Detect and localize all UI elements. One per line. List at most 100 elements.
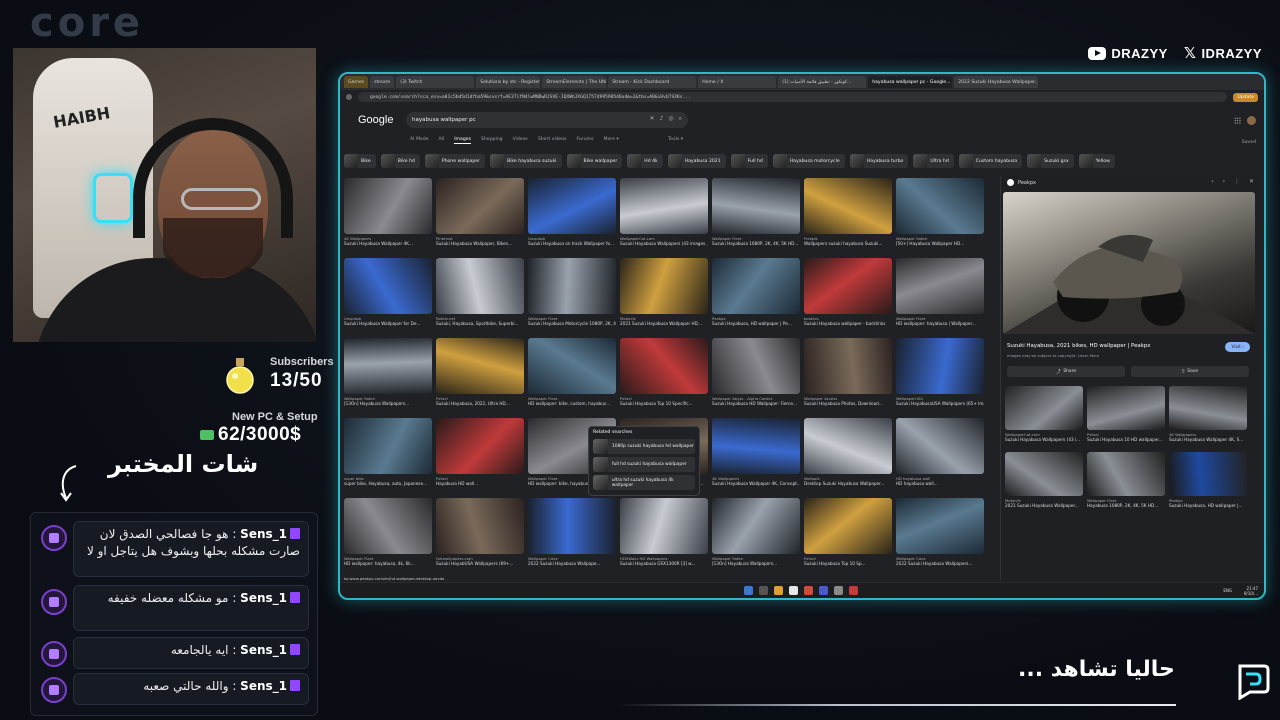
search-input[interactable]: hayabusa wallpaper pc ✕ ♪ ◎ ⌕	[406, 112, 688, 128]
image-thumbnail[interactable]	[712, 498, 800, 554]
image-title[interactable]: Hayabusa HD wall...	[436, 481, 524, 486]
filter-chip[interactable]: Suzuki gsx	[1027, 154, 1074, 168]
filter-chip[interactable]: Bike	[344, 154, 376, 168]
image-title[interactable]: Suzuki Hayabusa Motorcycle 1080P, 2K, 4K…	[528, 321, 616, 326]
related-image[interactable]: WallpaperCat.com Suzuki Hayabusa Wallpape…	[1005, 386, 1083, 442]
image-title[interactable]: HD wallpaper: hayabusa | Wallpaper...	[896, 321, 984, 326]
image-result[interactable]: Unsplash Suzuki Hayabusa Wallpaper for De…	[344, 258, 432, 326]
image-result[interactable]: Freepik Wallpapers suzuki hayabusa Suzuki…	[804, 178, 892, 246]
image-result[interactable]: Pxfuel Suzuki Hayabusa Top 10 Sp...	[804, 498, 892, 566]
social-x[interactable]: 𝕏 IDRAZYY	[1184, 44, 1262, 62]
image-title[interactable]: Suzuki Hayabusa Wallpaper, Bikes...	[436, 241, 524, 246]
image-thumbnail[interactable]	[804, 418, 892, 474]
image-thumbnail[interactable]	[528, 338, 616, 394]
image-thumbnail[interactable]	[620, 178, 708, 234]
image-title[interactable]: Suzuki, Hayabusa, Sportbike, Superbi...	[436, 321, 524, 326]
tools-button[interactable]: Tools ▾	[668, 137, 683, 142]
tab[interactable]: (3) Twitch	[396, 76, 475, 88]
tab[interactable]: StreamElements | The Ultimate Strea...	[542, 76, 607, 88]
close-icon[interactable]: ✕	[1249, 178, 1254, 185]
filter-chip[interactable]: Bike hd	[380, 154, 420, 168]
image-title[interactable]: Suzuki Hayabusa Photos, Download...	[804, 401, 892, 406]
image-title[interactable]: [50+] Hayabusa Wallpaper HD...	[896, 241, 984, 246]
image-title[interactable]: Suzuki Hayabusa Wallpaper 4K, Concept...	[712, 481, 800, 486]
tab-images[interactable]: Images	[454, 137, 471, 144]
image-title[interactable]: Suzuki Hayabusa Top 10 Sp...	[804, 561, 892, 566]
image-thumbnail[interactable]	[436, 178, 524, 234]
image-title[interactable]: Suzuki HayabUSA Wallpapers (69+...	[436, 561, 524, 566]
image-result[interactable]: Motorrik 2021 Suzuki Hayabusa Wallpaper H…	[620, 258, 708, 326]
related-image[interactable]: Wallpaper Flare Hayabusa 1080P, 2K, 4K, 5…	[1087, 452, 1165, 508]
image-result[interactable]: Wallpaper Safari [13On] Hayabusa Wallpape…	[712, 498, 800, 566]
image-thumbnail[interactable]	[436, 338, 524, 394]
obs-icon[interactable]	[849, 586, 858, 595]
image-result[interactable]: WallpaperCat.com Suzuki Hayabusa Wallpape…	[620, 178, 708, 246]
image-title[interactable]: Suzuki Hayabusa 10 HD wallpaper...	[1087, 437, 1165, 442]
image-result[interactable]: WallpaperUSA Suzuki HayabusaUSA Wallpaper…	[896, 338, 984, 406]
image-title[interactable]: Suzuki Hayabusa 1080P, 2K, 4K, 5K HD...	[712, 241, 800, 246]
discord-icon[interactable]	[819, 586, 828, 595]
image-title[interactable]: Suzuki Hayabusa, HD wallpaper |...	[1169, 503, 1247, 508]
tab[interactable]: stream	[370, 76, 395, 88]
reload-icon[interactable]	[346, 94, 352, 100]
image-title[interactable]: 2021 Suzuki Hayabusa Wallpaper...	[1005, 503, 1083, 508]
avatar[interactable]	[1247, 116, 1256, 125]
tab-all[interactable]: All	[438, 137, 444, 144]
image-title[interactable]: Suzuki Hayabusa on track Wallpaper fo...	[528, 241, 616, 246]
image-thumbnail[interactable]	[1087, 452, 1165, 496]
image-thumbnail[interactable]	[344, 498, 432, 554]
image-title[interactable]: Suzuki Hayabusa Wallpaper for De...	[344, 321, 432, 326]
image-thumbnail[interactable]	[1169, 386, 1247, 430]
chat-username[interactable]: 1_Sens	[240, 527, 287, 541]
tab-ai-mode[interactable]: AI Mode	[410, 137, 428, 144]
more-icon[interactable]: ⋮	[1234, 178, 1240, 185]
image-thumbnail[interactable]	[1087, 386, 1165, 430]
apps-grid-icon[interactable]	[1234, 117, 1241, 124]
image-thumbnail[interactable]	[712, 418, 800, 474]
image-result[interactable]: Wallpaper Flare HD wallpaper: bike, custo…	[528, 338, 616, 406]
saved-link[interactable]: Saved	[1242, 140, 1256, 145]
image-result[interactable]: 4K Wallpapers Suzuki Hayabusa Wallpaper 4…	[344, 178, 432, 246]
social-youtube[interactable]: DRAZYY	[1088, 46, 1167, 61]
filter-chip[interactable]: Ultra hd	[913, 154, 954, 168]
preview-title[interactable]: Suzuki Hayabusa, 2021 bikes, HD wallpape…	[1007, 343, 1150, 349]
filter-chip[interactable]: Full hd	[730, 154, 768, 168]
image-result[interactable]: Wallpaper Cave 2022 Suzuki Hayabusa Wallp…	[528, 498, 616, 566]
image-title[interactable]: 2022 Suzuki Hayabusa Wallpape...	[528, 561, 616, 566]
image-title[interactable]: Suzuki Hayabusa Wallpaper 4K, S...	[1169, 437, 1247, 442]
url-field[interactable]: google.com/search?sca_esv=a81c5bd5d1dfba…	[358, 92, 1228, 102]
tab-active[interactable]: hayabusa wallpaper pc - Google...	[868, 76, 953, 88]
filter-chip[interactable]: Hayabusa 2021	[667, 154, 726, 168]
steam-icon[interactable]	[834, 586, 843, 595]
image-result[interactable]: Wallpaper Safari [13On] Hayabusa Wallpape…	[344, 338, 432, 406]
image-result[interactable]: Peakpx Suzuki Hayabusa, HD wallpaper | Pe…	[712, 258, 800, 326]
image-result[interactable]: 4K Wallpapers Suzuki Hayabusa Wallpaper 4…	[712, 418, 800, 486]
visit-button[interactable]: Visit ›	[1225, 342, 1250, 352]
image-result[interactable]: Wallpaper Flare Suzuki Hayabusa Motorcycl…	[528, 258, 616, 326]
google-logo[interactable]: Google	[358, 114, 393, 126]
tab-shopping[interactable]: Shopping	[481, 137, 503, 144]
image-thumbnail[interactable]	[804, 178, 892, 234]
tab[interactable]: Stream - Kick Dashboard	[608, 76, 697, 88]
image-thumbnail[interactable]	[620, 338, 708, 394]
filter-chip[interactable]: Bike wallpaper	[566, 154, 623, 168]
related-image[interactable]: 4K Wallpapers Suzuki Hayabusa Wallpaper 4…	[1169, 386, 1247, 442]
image-thumbnail[interactable]	[896, 498, 984, 554]
tab[interactable]: Home / X	[698, 76, 777, 88]
image-thumbnail[interactable]	[436, 258, 524, 314]
image-thumbnail[interactable]	[344, 258, 432, 314]
image-thumbnail[interactable]	[344, 418, 432, 474]
image-result[interactable]: Pxfuel Suzuki Hayabusa Top 10 Specific...	[620, 338, 708, 406]
image-result[interactable]: Wallpaper Flare HD wallpaper: hayabusa | …	[896, 258, 984, 326]
image-title[interactable]: Suzuki Hayabusa Top 10 Specific...	[620, 401, 708, 406]
image-title[interactable]: Suzuki Hayabusa Wallpapers (43 i...	[1005, 437, 1083, 442]
image-title[interactable]: HD hayabusa wall...	[896, 481, 984, 486]
image-result[interactable]: Wallpaper Safari [50+] Hayabusa Wallpaper…	[896, 178, 984, 246]
image-thumbnail[interactable]	[436, 418, 524, 474]
update-button[interactable]: Update	[1233, 92, 1258, 102]
image-title[interactable]: Suzuki Hayabusa Wallpapers (43 images...	[620, 241, 708, 246]
folder-icon[interactable]	[774, 586, 783, 595]
image-result[interactable]: Rakhe.net Suzuki, Hayabusa, Sportbike, Su…	[436, 258, 524, 326]
tab-videos[interactable]: Videos	[513, 137, 528, 144]
image-result[interactable]: bookies Suzuki Hayabusa wallpaper - backl…	[804, 258, 892, 326]
